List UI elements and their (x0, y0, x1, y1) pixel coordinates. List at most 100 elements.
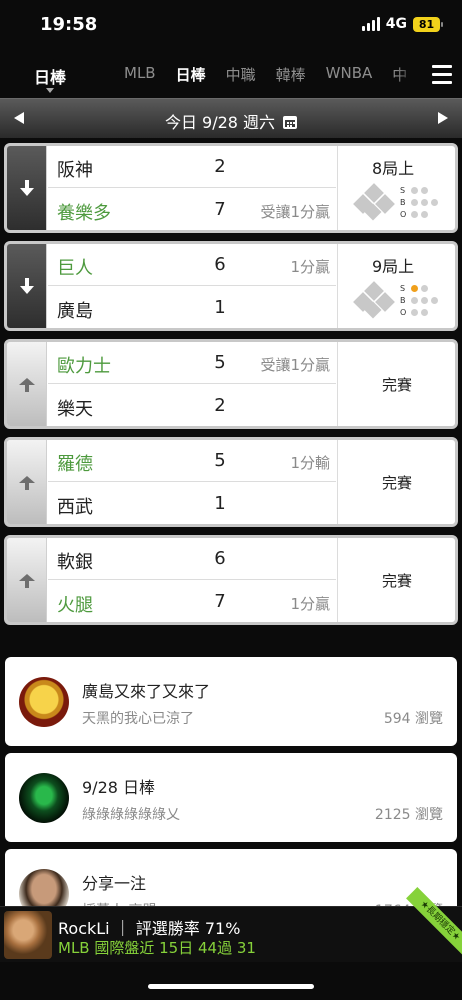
gold-buddha-avatar (19, 677, 69, 727)
next-day-button[interactable] (438, 112, 448, 124)
bases-diamond-icon (352, 183, 396, 221)
league-tab[interactable]: 韓棒 (266, 64, 316, 85)
game-card[interactable]: 歐力士 5 受讓1分贏 樂天 2 完賽 (4, 339, 458, 429)
count-dot-icon (411, 198, 418, 206)
post-title: 分享一注 (82, 874, 147, 893)
date-bar: 今日 9/28 週六 (0, 98, 462, 138)
post-item[interactable]: 9/28 日棒 綠綠綠綠綠綠乂 2125 瀏覽 (5, 753, 457, 842)
post-title: 廣島又來了又來了 (82, 682, 211, 701)
game-status: 完賽 (337, 538, 455, 622)
game-card[interactable]: 巨人 6 1分贏 廣島 1 9局上 S B O (4, 241, 458, 331)
team-name: 樂天 (57, 399, 93, 420)
team-name: 軟銀 (57, 552, 93, 573)
promo-banner[interactable]: RockLi ｜ 評選勝率 71% MLB 國際盤近 15日 44過 31 ★長… (0, 887, 462, 962)
game-card[interactable]: 軟銀 6 火腿 7 1分贏 完賽 (4, 535, 458, 625)
post-views: 594 瀏覽 (383, 711, 443, 727)
count-dot-icon (411, 296, 418, 304)
game-card[interactable]: 羅德 5 1分輸 西武 1 完賽 (4, 437, 458, 527)
count-dot-icon (421, 186, 428, 194)
count-dot-icon (421, 210, 428, 218)
final-label: 完賽 (381, 572, 412, 590)
game-status: 完賽 (337, 342, 455, 426)
inning-label: 9局上 (372, 257, 415, 276)
count-label: S (400, 185, 406, 195)
bases-diamond-icon (352, 281, 396, 319)
count-label: O (400, 209, 407, 219)
league-tabs: MLB日棒中職韓棒WNBA中 (114, 64, 417, 85)
expand-toggle[interactable] (7, 146, 47, 230)
arrow-up-icon (19, 476, 35, 490)
count-label: S (400, 283, 406, 293)
team-name: 西武 (57, 497, 93, 518)
count-dot-icon (431, 198, 438, 206)
inning-label: 8局上 (372, 159, 415, 178)
arrow-down-icon (20, 278, 34, 294)
calendar-icon (283, 116, 298, 129)
arrow-up-icon (19, 378, 35, 392)
status-time: 19:58 (40, 14, 98, 35)
cellular-signal-icon (361, 17, 380, 31)
date-label: 今日 9/28 週六 (164, 113, 276, 132)
post-subtitle: 綠綠綠綠綠綠乂 (82, 807, 180, 823)
team-row: 廣島 1 (48, 287, 336, 328)
count-label: B (400, 197, 406, 207)
league-bar: 日棒 MLB日棒中職韓棒WNBA中 (0, 52, 462, 98)
team-row: 樂天 2 (48, 385, 336, 426)
team-row: 阪神 2 (48, 146, 336, 188)
count-indicator: SBO (400, 184, 438, 220)
aurora-avatar (19, 773, 69, 823)
league-tab[interactable]: MLB (114, 64, 166, 85)
post-views: 2125 瀏覽 (374, 807, 443, 823)
team-row: 歐力士 5 受讓1分贏 (48, 342, 336, 384)
post-item[interactable]: 廣島又來了又來了 天黑的我心已涼了 594 瀏覽 (5, 657, 457, 746)
expand-toggle[interactable] (7, 538, 47, 622)
count-dot-icon (411, 210, 418, 218)
handicap-result: 1分贏 (290, 595, 330, 613)
final-label: 完賽 (381, 474, 412, 492)
posts-list: 廣島又來了又來了 天黑的我心已涼了 594 瀏覽 9/28 日棒 綠綠綠綠綠綠乂 2125… (5, 657, 457, 945)
team-row: 養樂多 7 受讓1分贏 (48, 189, 336, 230)
handicap-result: 受讓1分贏 (260, 356, 330, 374)
count-dot-icon (411, 308, 418, 316)
game-status: 8局上 S B O (337, 146, 455, 230)
team-score: 7 (214, 199, 226, 220)
count-dot-icon (421, 308, 428, 316)
expand-toggle[interactable] (7, 440, 47, 524)
league-selector[interactable]: 日棒 (34, 64, 66, 88)
arrow-down-icon (20, 180, 34, 196)
team-score: 5 (214, 352, 226, 373)
team-score: 2 (214, 156, 226, 177)
team-row: 巨人 6 1分贏 (48, 244, 336, 286)
league-tab[interactable]: 中職 (216, 64, 266, 85)
league-tab[interactable]: WNBA (316, 64, 383, 85)
status-icons: 4G 81 (361, 16, 443, 32)
arrow-up-icon (19, 574, 35, 588)
game-status: 完賽 (337, 440, 455, 524)
expand-toggle[interactable] (7, 342, 47, 426)
league-tab[interactable]: 日棒 (166, 64, 216, 85)
team-row: 軟銀 6 (48, 538, 336, 580)
team-score: 2 (214, 395, 226, 416)
count-dot-icon (411, 186, 418, 194)
team-name: 廣島 (57, 301, 93, 322)
caret-down-icon (46, 88, 54, 93)
teddy-bear-avatar (4, 911, 52, 959)
handicap-result: 受讓1分贏 (260, 203, 330, 221)
count-dot-icon (421, 198, 428, 206)
network-type: 4G (385, 16, 407, 32)
game-status: 9局上 S B O (337, 244, 455, 328)
date-selector[interactable]: 今日 9/28 週六 (0, 109, 462, 133)
count-dot-icon (421, 296, 428, 304)
expand-toggle[interactable] (7, 244, 47, 328)
count-label: O (400, 307, 407, 317)
team-name: 阪神 (57, 160, 93, 181)
menu-icon[interactable] (432, 65, 452, 89)
team-score: 1 (214, 493, 226, 514)
team-score: 5 (214, 450, 226, 471)
game-card[interactable]: 阪神 2 養樂多 7 受讓1分贏 8局上 S B O (4, 143, 458, 233)
team-score: 6 (214, 548, 226, 569)
promo-title: RockLi ｜ 評選勝率 71% (58, 919, 241, 938)
handicap-result: 1分輸 (290, 454, 330, 472)
status-bar: 19:58 4G 81 (0, 0, 462, 52)
team-score: 1 (214, 297, 226, 318)
